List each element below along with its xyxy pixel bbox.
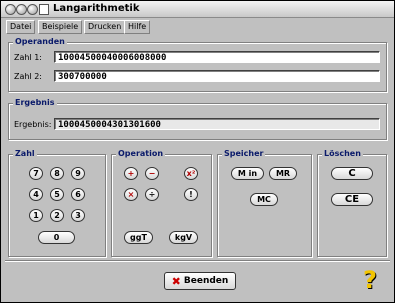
menu-datei[interactable]: Datei xyxy=(6,20,36,34)
ergebnis-label: Ergebnis: xyxy=(14,120,52,129)
minimize-window-button[interactable] xyxy=(16,4,27,15)
ergebnis-group: Ergebnis Ergebnis: 1000450004301301600 xyxy=(8,98,387,140)
ergebnis-legend: Ergebnis xyxy=(13,98,57,107)
speicher-legend: Speicher xyxy=(222,149,266,158)
digit-9-button[interactable]: 9 xyxy=(71,167,85,180)
zahl-group: Zahl 7 8 9 4 5 6 1 2 3 0 xyxy=(8,149,106,257)
zahl1-label: Zahl 1: xyxy=(14,53,43,62)
app-window: Langarithmetik Datei Beispiele Drucken H… xyxy=(0,0,395,303)
operanden-group: Operanden Zahl 1: 10004500040006008000 Z… xyxy=(8,37,387,92)
digit-5-button[interactable]: 5 xyxy=(50,188,64,201)
menu-hilfe[interactable]: Hilfe xyxy=(124,20,151,34)
kgv-button[interactable]: kgV xyxy=(169,231,198,244)
memory-recall-button[interactable]: MR xyxy=(269,167,297,180)
digit-3-button[interactable]: 3 xyxy=(71,209,85,222)
clear-entry-button[interactable]: CE xyxy=(331,193,373,206)
speicher-group: Speicher M in MR MC xyxy=(217,149,312,257)
zahl2-input[interactable]: 300700000 xyxy=(54,70,380,82)
menu-beispiele[interactable]: Beispiele xyxy=(38,20,83,34)
digit-2-button[interactable]: 2 xyxy=(50,209,64,222)
digit-4-button[interactable]: 4 xyxy=(29,188,43,201)
zahl1-input[interactable]: 10004500040006008000 xyxy=(54,51,380,63)
divide-button[interactable]: ÷ xyxy=(145,188,159,201)
beenden-label: Beenden xyxy=(183,276,229,286)
ggt-button[interactable]: ggT xyxy=(124,231,153,244)
digit-6-button[interactable]: 6 xyxy=(71,188,85,201)
operanden-legend: Operanden xyxy=(13,37,67,46)
factorial-button[interactable]: ! xyxy=(184,188,198,201)
zahl-legend: Zahl xyxy=(13,149,37,158)
clear-button[interactable]: C xyxy=(331,167,373,180)
operation-legend: Operation xyxy=(116,149,166,158)
digit-7-button[interactable]: 7 xyxy=(29,167,43,180)
memory-clear-button[interactable]: MC xyxy=(250,193,278,206)
ergebnis-field: 1000450004301301600 xyxy=(54,118,380,130)
title-bar: Langarithmetik xyxy=(1,1,394,18)
digit-0-button[interactable]: 0 xyxy=(38,231,75,244)
app-icon xyxy=(39,4,49,15)
multiply-button[interactable]: × xyxy=(124,188,138,201)
beenden-button[interactable]: ✖ Beenden xyxy=(164,272,236,290)
digit-8-button[interactable]: 8 xyxy=(50,167,64,180)
close-window-button[interactable] xyxy=(5,4,16,15)
loeschen-legend: Löschen xyxy=(322,149,363,158)
menu-bar: Datei Beispiele Drucken Hilfe xyxy=(1,18,394,34)
window-title: Langarithmetik xyxy=(53,3,140,14)
square-button[interactable]: x² xyxy=(184,167,198,180)
help-question-icon[interactable]: ? xyxy=(363,266,377,294)
menu-drucken[interactable]: Drucken xyxy=(84,20,126,34)
memory-in-button[interactable]: M in xyxy=(231,167,264,180)
close-x-icon: ✖ xyxy=(171,274,181,288)
zahl2-label: Zahl 2: xyxy=(14,72,43,81)
loeschen-group: Löschen C CE xyxy=(317,149,387,257)
zoom-window-button[interactable] xyxy=(27,4,38,15)
digit-1-button[interactable]: 1 xyxy=(29,209,43,222)
operation-group: Operation + − x² × ÷ ! ggT kgV xyxy=(111,149,212,257)
minus-button[interactable]: − xyxy=(145,167,159,180)
plus-button[interactable]: + xyxy=(124,167,138,180)
